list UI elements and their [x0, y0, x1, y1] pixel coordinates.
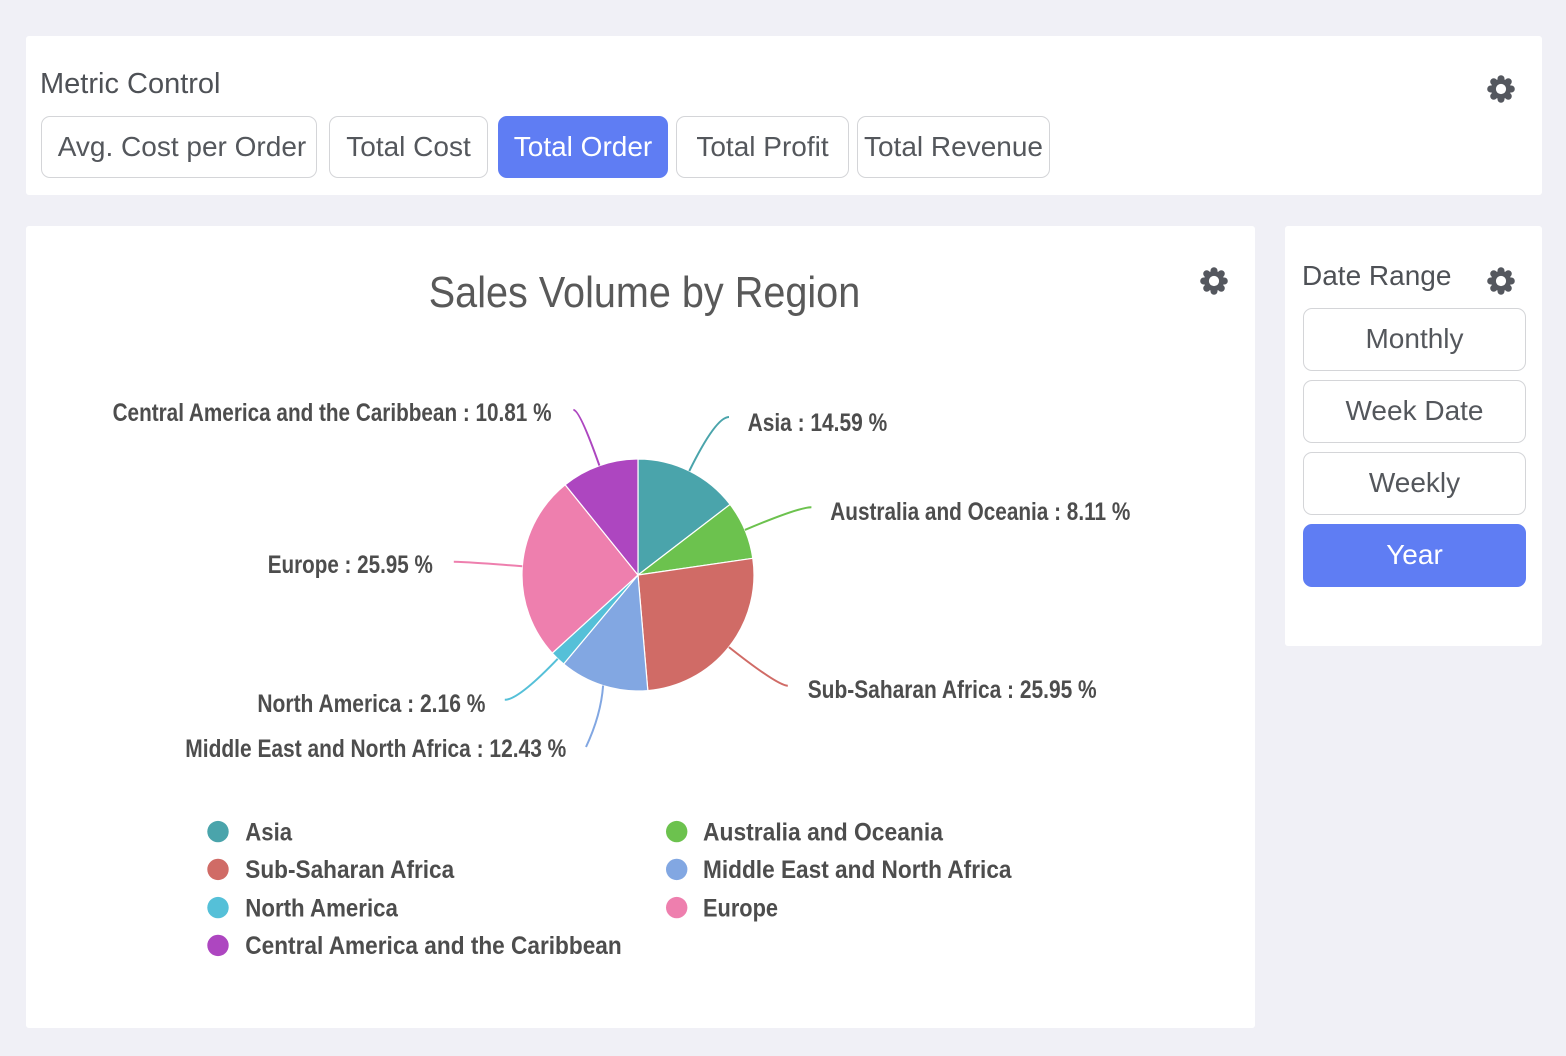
svg-text:Asia: Asia: [245, 818, 293, 846]
svg-text:Asia : 14.59 %: Asia : 14.59 %: [748, 409, 888, 437]
svg-text:Middle East and North Africa: Middle East and North Africa: [703, 856, 1012, 884]
svg-text:Australia and Oceania: Australia and Oceania: [703, 818, 944, 846]
svg-text:Sub-Saharan Africa : 25.95 %: Sub-Saharan Africa : 25.95 %: [808, 676, 1097, 704]
svg-text:Middle East and North Africa :: Middle East and North Africa : 12.43 %: [185, 735, 566, 763]
svg-text:Europe : 25.95 %: Europe : 25.95 %: [268, 551, 433, 579]
svg-text:Sub-Saharan Africa: Sub-Saharan Africa: [245, 856, 455, 884]
svg-text:Central America and the Caribb: Central America and the Caribbean : 10.8…: [113, 399, 552, 427]
svg-text:North America: North America: [245, 894, 399, 922]
svg-text:Australia and Oceania : 8.11 %: Australia and Oceania : 8.11 %: [830, 498, 1130, 526]
svg-text:Central America and the Caribb: Central America and the Caribbean: [245, 932, 621, 960]
svg-text:North America : 2.16 %: North America : 2.16 %: [257, 690, 485, 718]
svg-text:Europe: Europe: [703, 894, 778, 922]
